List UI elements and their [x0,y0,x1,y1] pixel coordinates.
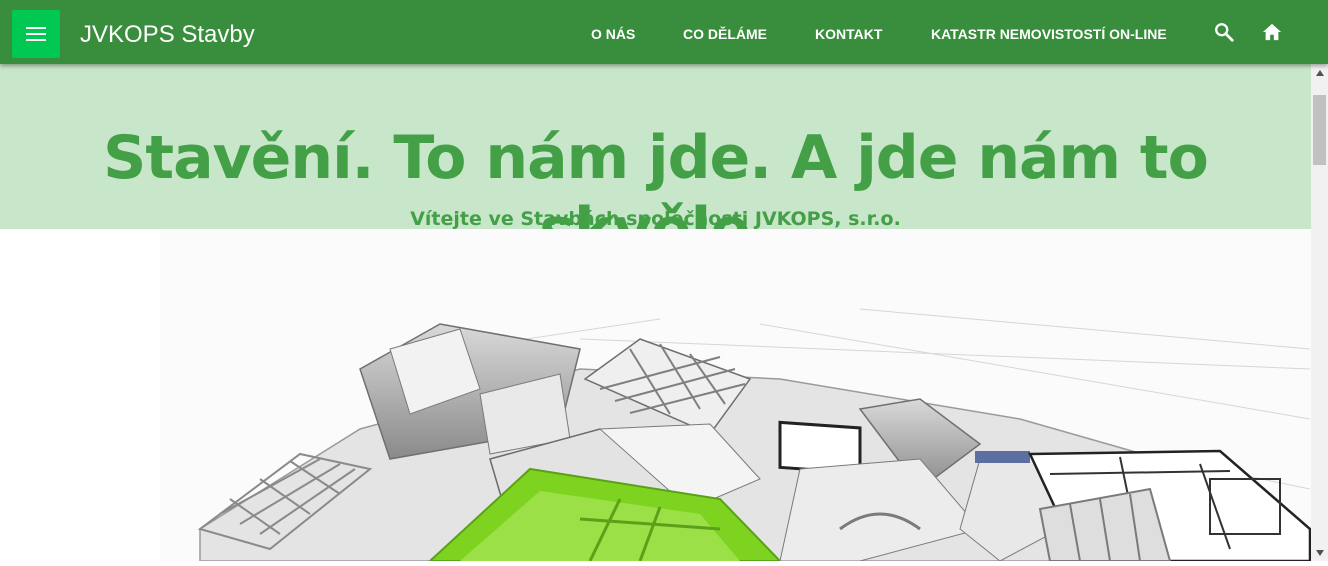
home-icon [1262,23,1282,41]
menu-button[interactable] [12,10,60,58]
search-button[interactable] [1210,18,1238,46]
nav-item-co-delame[interactable]: CO DĚLÁME [683,24,767,44]
nav-item-kontakt[interactable]: KONTAKT [815,24,882,44]
scroll-down-button[interactable] [1311,544,1328,561]
nav-item-o-nas[interactable]: O NÁS [591,24,635,44]
vertical-scrollbar[interactable] [1311,64,1328,561]
hamburger-menu-icon [26,27,46,41]
home-button[interactable] [1258,18,1286,46]
hero-subtitle: Vítejte ve Stavbách společnosti JVKOPS, … [410,208,901,230]
chevron-down-icon [1315,549,1324,556]
search-icon [1215,23,1234,42]
scroll-up-button[interactable] [1311,64,1328,81]
top-app-bar: JVKOPS Stavby O NÁS CO DĚLÁME KONTAKT KA… [0,0,1328,64]
site-brand[interactable]: JVKOPS Stavby [80,19,255,51]
chevron-up-icon [1315,69,1324,76]
scroll-thumb[interactable] [1313,95,1326,165]
nav-item-katastr[interactable]: KATASTR NEMOVISTOSTÍ ON-LINE [931,24,1167,44]
floor-plan-graphic [197,308,1312,563]
3d-floor-plan-image [160,229,1312,563]
